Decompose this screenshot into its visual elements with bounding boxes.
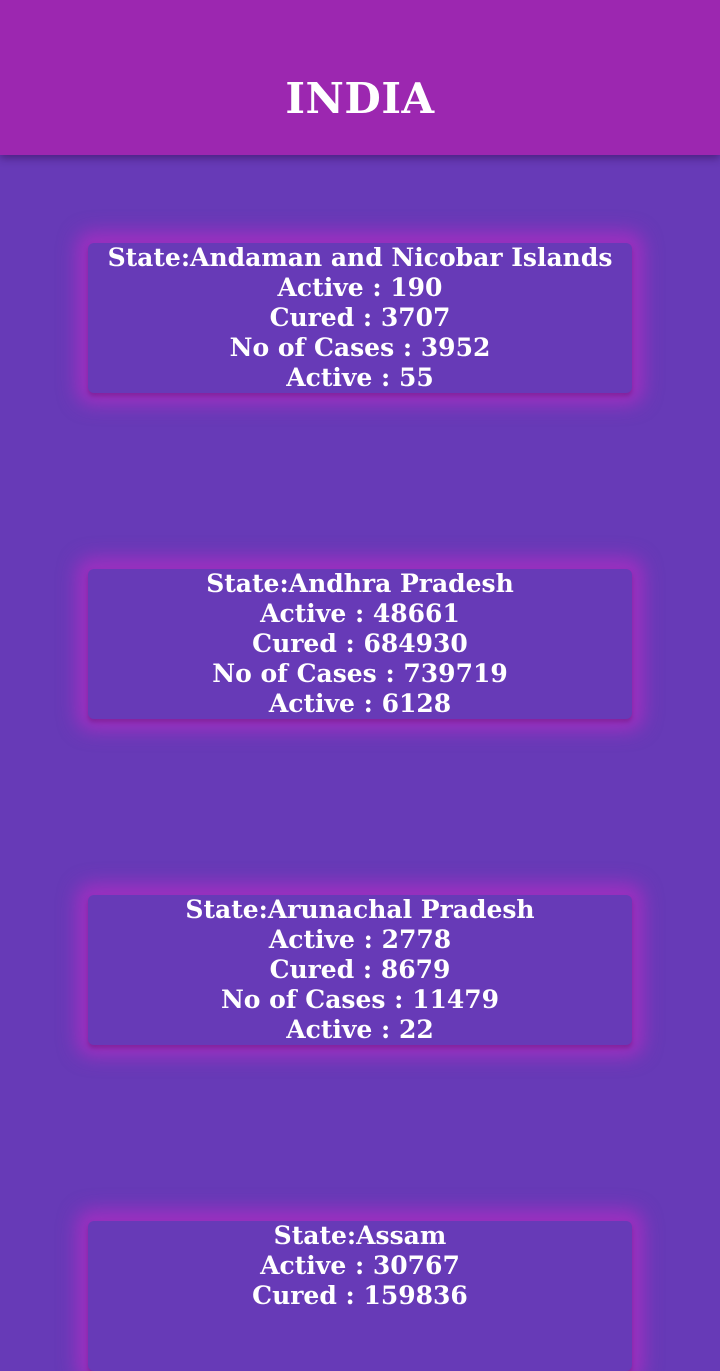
active-secondary-count: Active : 6128 bbox=[268, 689, 452, 718]
cured-count: Cured : 3707 bbox=[269, 303, 451, 332]
page-title: INDIA bbox=[285, 74, 435, 123]
app-header: INDIA bbox=[0, 0, 720, 155]
cases-count: No of Cases : 11479 bbox=[220, 985, 500, 1014]
cases-count: No of Cases : 3952 bbox=[229, 333, 491, 362]
state-card[interactable]: State:Assam Active : 30767 Cured : 15983… bbox=[88, 1221, 632, 1371]
state-name: State:Andaman and Nicobar Islands bbox=[107, 243, 613, 272]
cured-count: Cured : 159836 bbox=[252, 1281, 468, 1310]
active-secondary-count: Active : 55 bbox=[286, 363, 434, 392]
cured-count: Cured : 8679 bbox=[269, 955, 451, 984]
state-card[interactable]: State:Andaman and Nicobar Islands Active… bbox=[88, 243, 632, 393]
cured-count: Cured : 684930 bbox=[252, 629, 468, 658]
cases-count: No of Cases : 739719 bbox=[212, 659, 508, 688]
state-card[interactable]: State:Andhra Pradesh Active : 48661 Cure… bbox=[88, 569, 632, 719]
active-count: Active : 2778 bbox=[268, 925, 452, 954]
active-count: Active : 30767 bbox=[260, 1251, 460, 1280]
active-count: Active : 190 bbox=[277, 273, 443, 302]
state-card[interactable]: State:Arunachal Pradesh Active : 2778 Cu… bbox=[88, 895, 632, 1045]
active-secondary-count: Active : 22 bbox=[286, 1015, 434, 1044]
state-name: State:Arunachal Pradesh bbox=[185, 895, 535, 924]
state-name: State:Assam bbox=[273, 1221, 447, 1250]
active-count: Active : 48661 bbox=[260, 599, 460, 628]
state-name: State:Andhra Pradesh bbox=[206, 569, 514, 598]
